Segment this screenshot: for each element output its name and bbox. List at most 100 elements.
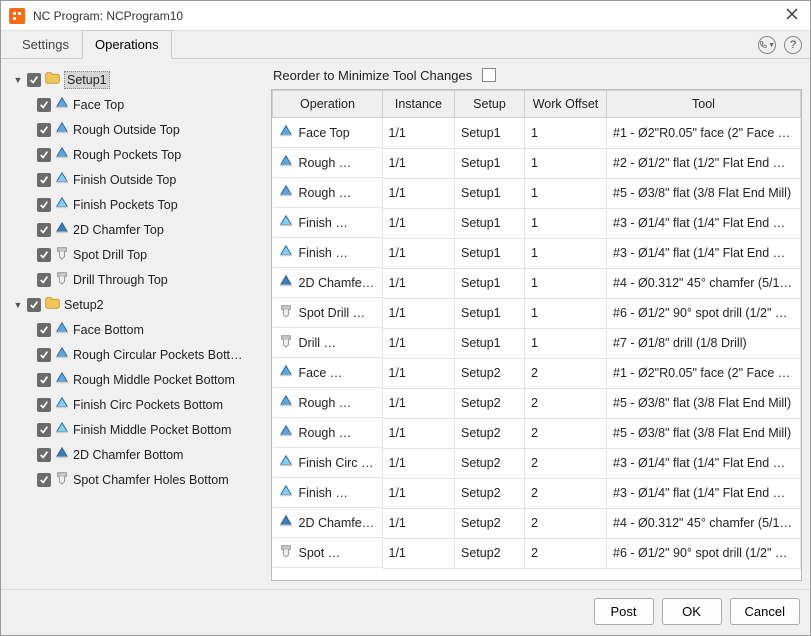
cell-tool: #3 - Ø1/4" flat (1/4" Flat End Mill) [607,208,801,238]
checkbox-icon[interactable] [37,398,51,412]
table-row[interactable]: Rough …1/1Setup11#5 - Ø3/8" flat (3/8 Fl… [273,178,801,208]
cell-setup: Setup2 [455,478,525,508]
checkbox-icon[interactable] [37,173,51,187]
cell-operation: 2D Chamfe… [299,516,375,530]
checkbox-icon[interactable] [37,123,51,137]
tree-operation[interactable]: Rough Middle Pocket Bottom [9,367,263,392]
tree-operation[interactable]: Spot Chamfer Holes Bottom [9,467,263,492]
tree-operation[interactable]: Rough Circular Pockets Bott… [9,342,263,367]
table-row[interactable]: Finish …1/1Setup22#3 - Ø1/4" flat (1/4" … [273,478,801,508]
help-icon[interactable]: ? [784,36,802,54]
cell-workoffset: 1 [525,148,607,178]
checkbox-icon[interactable] [37,273,51,287]
tree-operation[interactable]: Face Top [9,92,263,117]
checkbox-icon[interactable] [37,248,51,262]
checkbox-icon[interactable] [37,223,51,237]
tab-settings[interactable]: Settings [9,30,82,58]
table-row[interactable]: Face …1/1Setup22#1 - Ø2"R0.05" face (2" … [273,358,801,388]
checkbox-icon[interactable] [37,423,51,437]
tree-operation[interactable]: Drill Through Top [9,267,263,292]
reorder-label: Reorder to Minimize Tool Changes [273,68,472,83]
cell-setup: Setup2 [455,538,525,568]
col-tool[interactable]: Tool [607,91,801,118]
table-row[interactable]: Face Top1/1Setup11#1 - Ø2"R0.05" face (2… [273,118,801,149]
drill-op-icon [279,304,293,321]
close-icon[interactable] [782,3,802,29]
table-row[interactable]: Rough …1/1Setup22#5 - Ø3/8" flat (3/8 Fl… [273,418,801,448]
nc-program-dialog: NC Program: NCProgram10 Settings Operati… [0,0,811,636]
cell-tool: #3 - Ø1/4" flat (1/4" Flat End Mill) [607,448,801,478]
operation-label: Face Bottom [73,323,144,337]
table-row[interactable]: Finish …1/1Setup11#3 - Ø1/4" flat (1/4" … [273,208,801,238]
tree-operation[interactable]: Spot Drill Top [9,242,263,267]
col-workoffset[interactable]: Work Offset [525,91,607,118]
cell-setup: Setup2 [455,358,525,388]
cell-instance: 1/1 [383,238,455,268]
tree-setup[interactable]: ▼Setup2 [9,292,263,317]
checkbox-icon[interactable] [27,298,41,312]
table-row[interactable]: 2D Chamfe…1/1Setup22#4 - Ø0.312" 45° cha… [273,508,801,538]
twisty-icon[interactable]: ▼ [13,300,23,310]
cell-workoffset: 2 [525,478,607,508]
table-row[interactable]: Rough …1/1Setup11#2 - Ø1/2" flat (1/2" F… [273,148,801,178]
table-row[interactable]: 2D Chamfe…1/1Setup11#4 - Ø0.312" 45° cha… [273,268,801,298]
reorder-checkbox[interactable] [482,68,496,82]
tree-operation[interactable]: 2D Chamfer Top [9,217,263,242]
table-row[interactable]: Drill …1/1Setup11#7 - Ø1/8" drill (1/8 D… [273,328,801,358]
checkbox-icon[interactable] [37,198,51,212]
cell-workoffset: 2 [525,448,607,478]
operation-label: Rough Outside Top [73,123,180,137]
cell-workoffset: 2 [525,508,607,538]
checkbox-icon[interactable] [37,448,51,462]
chamfer-op-icon [279,514,293,531]
table-row[interactable]: Rough …1/1Setup22#5 - Ø3/8" flat (3/8 Fl… [273,388,801,418]
cell-operation: Rough … [299,156,352,170]
col-instance[interactable]: Instance [383,91,455,118]
cell-tool: #2 - Ø1/2" flat (1/2" Flat End Mill … [607,148,801,178]
cell-tool: #3 - Ø1/4" flat (1/4" Flat End Mill) [607,238,801,268]
finish-op-icon [279,484,293,501]
tree-operation[interactable]: 2D Chamfer Bottom [9,442,263,467]
finish-op-icon [55,196,69,213]
tree-setup[interactable]: ▼Setup1 [9,67,263,92]
checkbox-icon[interactable] [37,323,51,337]
phone-dropdown-icon[interactable]: ▼ [758,36,776,54]
tree-operation[interactable]: Finish Circ Pockets Bottom [9,392,263,417]
cell-instance: 1/1 [383,478,455,508]
checkbox-icon[interactable] [37,98,51,112]
rough-op-icon [55,121,69,138]
cancel-button[interactable]: Cancel [730,598,800,625]
cell-workoffset: 1 [525,178,607,208]
cell-setup: Setup1 [455,268,525,298]
col-operation[interactable]: Operation [273,91,383,118]
tree-operation[interactable]: Finish Middle Pocket Bottom [9,417,263,442]
tab-operations[interactable]: Operations [82,30,172,59]
table-row[interactable]: Spot Drill …1/1Setup11#6 - Ø1/2" 90° spo… [273,298,801,328]
tree-operation[interactable]: Finish Pockets Top [9,192,263,217]
checkbox-icon[interactable] [37,348,51,362]
tree-operation[interactable]: Face Bottom [9,317,263,342]
cell-setup: Setup1 [455,328,525,358]
tree-operation[interactable]: Rough Outside Top [9,117,263,142]
face-op-icon [279,364,293,381]
cell-workoffset: 2 [525,418,607,448]
post-button[interactable]: Post [594,598,654,625]
table-row[interactable]: Finish Circ …1/1Setup22#3 - Ø1/4" flat (… [273,448,801,478]
operation-label: Drill Through Top [73,273,168,287]
tree-operation[interactable]: Rough Pockets Top [9,142,263,167]
table-row[interactable]: Spot …1/1Setup22#6 - Ø1/2" 90° spot dril… [273,538,801,568]
checkbox-icon[interactable] [37,373,51,387]
ok-button[interactable]: OK [662,598,722,625]
twisty-icon[interactable]: ▼ [13,75,23,85]
table-row[interactable]: Finish …1/1Setup11#3 - Ø1/4" flat (1/4" … [273,238,801,268]
checkbox-icon[interactable] [37,148,51,162]
tree-operation[interactable]: Finish Outside Top [9,167,263,192]
cell-workoffset: 1 [525,238,607,268]
operations-tree[interactable]: ▼Setup1Face Top Rough Outside Top Rough Po… [9,67,263,581]
operation-label: Rough Pockets Top [73,148,181,162]
checkbox-icon[interactable] [27,73,41,87]
col-setup[interactable]: Setup [455,91,525,118]
face-op-icon [55,96,69,113]
checkbox-icon[interactable] [37,473,51,487]
cell-workoffset: 2 [525,538,607,568]
